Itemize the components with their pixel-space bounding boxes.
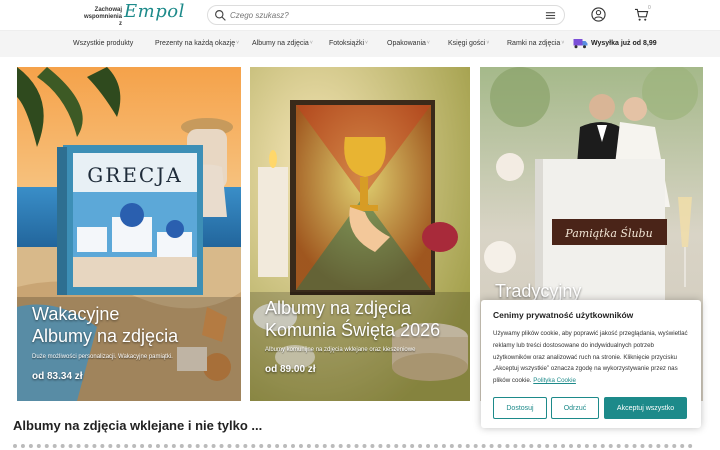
site-logo[interactable]: Zachowaj wspomnienia z Empol <box>80 1 184 29</box>
card-title-line1: Wakacyjne <box>32 304 120 324</box>
promo-card-vacation-albums[interactable]: GRECJA Wakacyjne Albumy na zdjęcia Duże … <box>17 67 241 401</box>
nav-item-packaging[interactable]: Opakowania˅ <box>387 40 430 47</box>
cookie-dialog-title: Cenimy prywatność użytkowników <box>493 310 634 320</box>
chevron-down-icon: ˅ <box>236 40 240 46</box>
chevron-down-icon: ˅ <box>561 40 565 46</box>
shipping-info[interactable]: Wysyłka już od 8,99 <box>573 38 657 49</box>
card-title-line1: Albumy na zdjęcia <box>265 298 412 318</box>
user-account-icon[interactable] <box>591 7 606 22</box>
card-title-line2: Komunia Święta 2026 <box>265 320 441 340</box>
card-title-line1: Tradycyjny <box>495 281 582 301</box>
page-section-heading: Albumy na zdjęcia wklejane i nie tylko .… <box>13 418 263 433</box>
vacation-photo-image: GRECJA <box>17 67 241 401</box>
book-cover-title: GRECJA <box>87 163 182 187</box>
cookie-body-text: Używamy plików cookie, aby poprawić jako… <box>493 330 688 385</box>
site-header: Zachowaj wspomnienia z Empol 0 <box>0 0 720 30</box>
cookie-dialog-body: Używamy plików cookie, aby poprawić jako… <box>493 328 689 387</box>
nav-item-photo-frames[interactable]: Ramki na zdjęcia˅ <box>507 40 564 47</box>
search-input[interactable] <box>230 8 530 23</box>
logo-wordmark: Empol <box>124 1 185 22</box>
album-cover-title: Pamiątka Ślubu <box>564 226 652 240</box>
cart-count-badge: 0 <box>648 5 651 11</box>
cookie-consent-dialog: Cenimy prywatność użytkowników Używamy p… <box>481 300 701 428</box>
nav-item-label: Albumy na zdjęcia <box>252 40 309 47</box>
card-subtitle: Duże możliwości personalizacji. Wakacyjn… <box>32 354 173 360</box>
shipping-label: Wysyłka już od 8,99 <box>591 40 657 47</box>
search-icon[interactable] <box>214 9 227 22</box>
nav-item-label: Ramki na zdjęcia <box>507 40 561 47</box>
delivery-truck-icon <box>573 39 588 49</box>
menu-icon[interactable] <box>545 10 556 21</box>
logo-tagline: Zachowaj wspomnienia z <box>83 7 122 27</box>
nav-item-label: Księgi gości <box>448 40 486 47</box>
chevron-down-icon: ˅ <box>365 40 368 46</box>
chevron-down-icon: ˅ <box>309 40 313 46</box>
section-intro-text-cropped <box>13 444 703 450</box>
nav-item-photo-albums[interactable]: Albumy na zdjęcia˅ <box>252 40 313 47</box>
card-title-line2: Albumy na zdjęcia <box>32 326 179 346</box>
cookie-buttons: Dostosuj Odrzuć Akceptuj wszystko <box>493 397 687 419</box>
main-navigation: Wszystkie produkty Prezenty na każdą oka… <box>0 30 720 57</box>
cookie-policy-link[interactable]: Polityka Cookie <box>533 377 576 384</box>
cart-icon[interactable] <box>634 8 649 22</box>
nav-item-photobooks[interactable]: Fotoksiążki˅ <box>329 40 368 47</box>
card-price: od 89.00 zł <box>265 364 316 375</box>
nav-item-label: Opakowania <box>387 40 426 47</box>
nav-item-all-products[interactable]: Wszystkie produkty <box>73 40 133 47</box>
card-subtitle: Albumy komunijne na zdjęcia wklejane ora… <box>265 347 416 353</box>
reject-button[interactable]: Odrzuć <box>551 397 599 419</box>
accept-all-button[interactable]: Akceptuj wszystko <box>604 397 687 419</box>
nav-item-guestbooks[interactable]: Księgi gości˅ <box>448 40 489 47</box>
customize-button[interactable]: Dostosuj <box>493 397 547 419</box>
nav-item-label: Prezenty na każdą okazję <box>155 40 236 47</box>
search-bar[interactable] <box>207 5 565 25</box>
nav-item-gifts[interactable]: Prezenty na każdą okazję˅ <box>155 40 239 47</box>
promo-card-communion-albums[interactable]: Albumy na zdjęcia Komunia Święta 2026 Al… <box>250 67 470 401</box>
nav-item-label: Wszystkie produkty <box>73 40 134 47</box>
card-price: od 83.34 zł <box>32 371 83 382</box>
chevron-down-icon: ˅ <box>426 40 430 46</box>
chevron-down-icon: ˅ <box>486 40 490 46</box>
nav-item-label: Fotoksiążki <box>329 40 365 47</box>
